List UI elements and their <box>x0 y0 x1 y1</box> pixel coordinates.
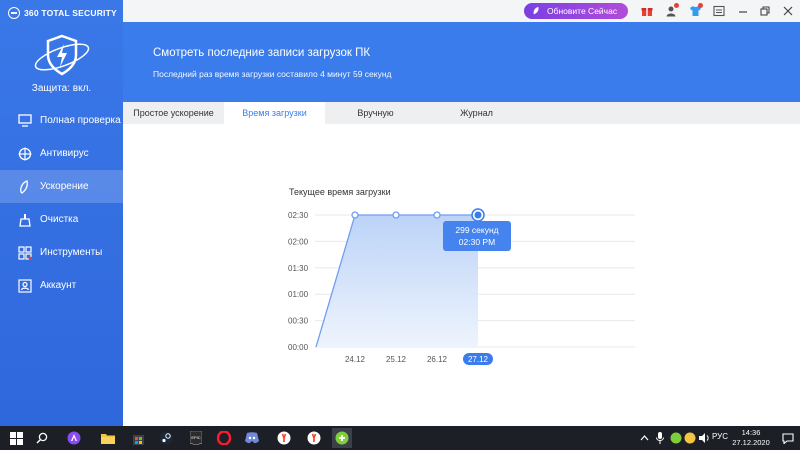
360-security-taskbar-icon[interactable] <box>332 428 352 448</box>
steam-icon[interactable] <box>158 430 174 446</box>
sidebar-item-antivirus[interactable]: Антивирус <box>0 137 123 170</box>
svg-text:EPIC: EPIC <box>191 435 200 440</box>
data-point <box>433 211 441 219</box>
sidebar-item-label: Аккаунт <box>40 280 77 291</box>
page-subtitle: Последний раз время загрузки составило 4… <box>153 69 392 79</box>
tab-manual[interactable]: Вручную <box>325 102 426 124</box>
volume-icon[interactable] <box>696 430 712 446</box>
page-header: Смотреть последние записи загрузок ПК По… <box>123 22 800 102</box>
brand-logo-icon <box>8 7 20 19</box>
data-point <box>392 211 400 219</box>
tooltip-time: 02:30 PM <box>458 237 496 247</box>
y-tick-label: 02:00 <box>288 237 309 246</box>
brand-name: 360 TOTAL SECURITY <box>24 8 117 18</box>
y-tick-label: 00:30 <box>288 317 309 326</box>
grid-icon <box>18 245 32 260</box>
x-tick-label: 25.12 <box>386 355 407 364</box>
notification-dot <box>698 3 703 8</box>
monitor-icon <box>18 114 32 128</box>
antivirus-icon <box>18 147 32 161</box>
yandex-browser-icon[interactable] <box>276 430 292 446</box>
discord-icon[interactable] <box>244 430 260 446</box>
sidebar: 360 TOTAL SECURITY Защита: вкл. Полная п… <box>0 0 123 426</box>
sidebar-nav: Полная проверка Антивирус Ускорение Очис… <box>0 104 123 302</box>
clock-time: 14:36 <box>741 428 761 437</box>
windows-start-icon[interactable] <box>8 430 24 446</box>
brand: 360 TOTAL SECURITY <box>8 6 117 20</box>
title-bar: Обновите Сейчас <box>123 0 800 22</box>
taskbar: EPIC РУС 14:36 27.12.2020 <box>0 426 800 450</box>
sidebar-item-label: Антивирус <box>40 148 89 159</box>
y-tick-label: 00:00 <box>288 343 309 352</box>
shield-icon <box>34 34 90 76</box>
update-now-button[interactable]: Обновите Сейчас <box>524 3 628 19</box>
page-title: Смотреть последние записи загрузок ПК <box>153 47 371 59</box>
chart-tooltip: 299 секунд 02:30 PM <box>443 221 511 251</box>
x-tick-label: 24.12 <box>345 355 366 364</box>
sidebar-item-tools[interactable]: Инструменты <box>0 236 123 269</box>
update-now-label: Обновите Сейчас <box>547 6 618 16</box>
search-icon[interactable] <box>34 430 50 446</box>
sidebar-item-label: Инструменты <box>40 247 103 258</box>
tooltip-duration: 299 секунд <box>455 225 499 235</box>
gift-icon[interactable] <box>640 4 654 18</box>
minimize-icon[interactable] <box>736 4 750 18</box>
profile-icon[interactable] <box>664 3 679 18</box>
sidebar-item-full-scan[interactable]: Полная проверка <box>0 104 123 137</box>
data-point <box>351 211 359 219</box>
protection-status: Защита: вкл. <box>31 83 92 94</box>
rocket-icon <box>18 179 32 194</box>
y-tick-label: 01:00 <box>288 290 309 299</box>
rocket-icon <box>532 6 541 17</box>
chevron-up-icon[interactable] <box>636 430 652 446</box>
clock-date: 27.12.2020 <box>732 438 770 447</box>
alice-assistant-icon[interactable] <box>66 430 82 446</box>
notifications-icon[interactable] <box>780 430 796 446</box>
skin-shirt-icon[interactable] <box>688 3 703 18</box>
yandex-browser-icon[interactable] <box>306 430 322 446</box>
user-icon <box>18 278 32 293</box>
taskbar-clock[interactable]: 14:36 27.12.2020 <box>726 428 776 448</box>
sidebar-item-speedup[interactable]: Ускорение <box>0 170 123 203</box>
x-tick-label: 27.12 <box>468 355 489 364</box>
tab-log[interactable]: Журнал <box>426 102 527 124</box>
sidebar-item-label: Полная проверка <box>40 115 121 126</box>
epic-games-icon[interactable]: EPIC <box>188 430 204 446</box>
file-explorer-icon[interactable] <box>100 430 116 446</box>
opera-icon[interactable] <box>216 430 232 446</box>
tab-bar: Простое ускорение Время загрузки Вручную… <box>123 102 800 124</box>
restore-icon[interactable] <box>758 4 772 18</box>
y-tick-label: 02:30 <box>288 211 309 220</box>
store-icon[interactable] <box>130 430 146 446</box>
data-point-highlight-core <box>474 211 482 219</box>
sidebar-item-cleanup[interactable]: Очистка <box>0 203 123 236</box>
notification-dot <box>674 3 679 8</box>
tab-simple-speedup[interactable]: Простое ускорение <box>123 102 224 124</box>
y-tick-label: 01:30 <box>288 264 309 273</box>
sidebar-item-label: Очистка <box>40 214 79 225</box>
x-tick-label: 26.12 <box>427 355 448 364</box>
menu-icon[interactable] <box>712 4 726 18</box>
tab-boot-time[interactable]: Время загрузки <box>224 102 325 124</box>
sidebar-item-label: Ускорение <box>40 181 89 192</box>
brush-icon <box>18 213 32 227</box>
microphone-icon[interactable] <box>652 430 668 446</box>
close-icon[interactable] <box>781 4 795 18</box>
sidebar-item-account[interactable]: Аккаунт <box>0 269 123 302</box>
